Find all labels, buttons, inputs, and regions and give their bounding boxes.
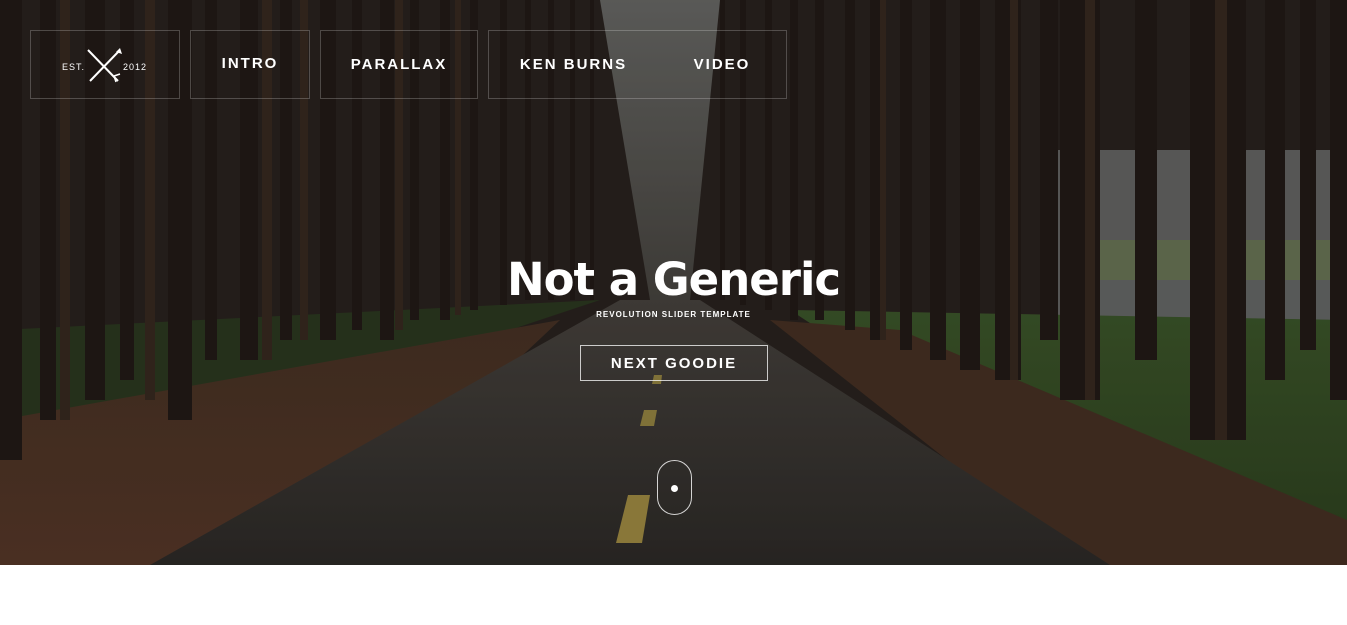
site-logo[interactable]: EST. 2012 bbox=[30, 30, 180, 99]
nav-item-video[interactable]: VIDEO bbox=[658, 30, 787, 99]
next-goodie-button[interactable]: NEXT GOODIE bbox=[580, 345, 768, 381]
hero-title: Not a Generic bbox=[506, 253, 841, 306]
logo-est-label: EST. bbox=[62, 62, 86, 72]
nav-item-parallax[interactable]: PARALLAX bbox=[320, 30, 478, 99]
scroll-wheel-dot bbox=[671, 485, 678, 492]
mouse-scroll-icon[interactable] bbox=[657, 460, 692, 515]
nav-item-intro[interactable]: INTRO bbox=[190, 30, 310, 99]
logo-year-label: 2012 bbox=[123, 62, 148, 72]
crossed-arrows-icon bbox=[87, 48, 122, 83]
hero-subtitle: REVOLUTION SLIDER TEMPLATE bbox=[596, 310, 751, 319]
nav-item-ken-burns[interactable]: KEN BURNS bbox=[488, 30, 658, 99]
hero-slider: EST. 2012 INTRO PARALLAX KEN BURNS VIDEO… bbox=[0, 0, 1347, 565]
